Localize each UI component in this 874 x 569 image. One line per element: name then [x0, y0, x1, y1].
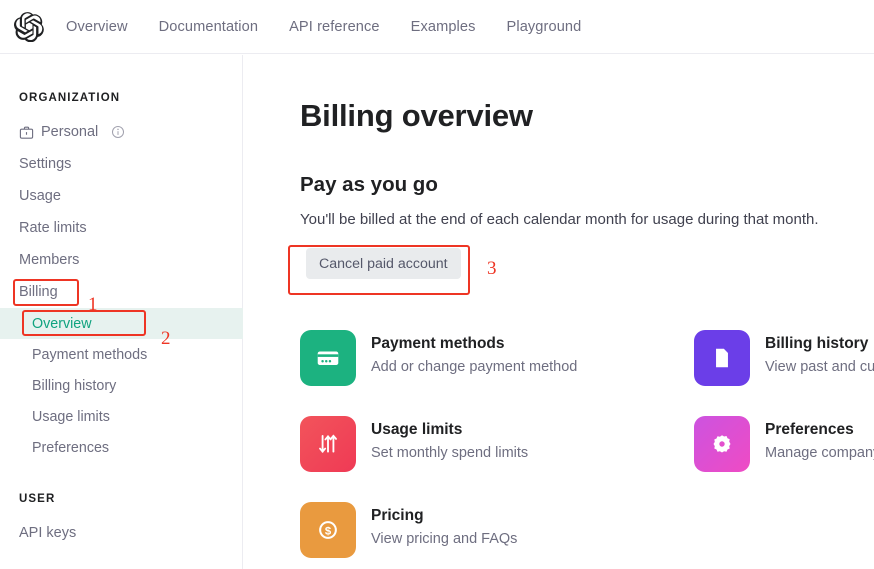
card-desc-usage-limits: Set monthly spend limits: [371, 445, 528, 461]
card-payment-methods[interactable]: Payment methods Add or change payment me…: [300, 330, 694, 416]
sidebar-item-label-members: Members: [19, 252, 79, 268]
card-title-pricing: Pricing: [371, 507, 517, 525]
briefcase-icon: [19, 125, 34, 140]
document-icon: [694, 330, 750, 386]
sidebar-item-members[interactable]: Members: [0, 244, 242, 276]
sidebar-subitem-label-preferences: Preferences: [32, 440, 109, 456]
sidebar-item-label-api-keys: API keys: [19, 525, 76, 541]
sidebar-item-label-rate-limits: Rate limits: [19, 220, 87, 236]
sidebar-subitem-billing-history[interactable]: Billing history: [0, 370, 242, 401]
sidebar-subitem-label-usage-limits: Usage limits: [32, 409, 110, 425]
sidebar-subitem-overview[interactable]: Overview: [0, 308, 243, 339]
nav-link-api-reference[interactable]: API reference: [289, 19, 380, 35]
sidebar-subitem-label-billing-history: Billing history: [32, 378, 116, 394]
nav-links: Overview Documentation API reference Exa…: [66, 19, 581, 35]
sliders-icon: [300, 416, 356, 472]
sidebar-item-personal[interactable]: Personal: [0, 116, 242, 148]
card-pricing[interactable]: $ Pricing View pricing and FAQs: [300, 502, 694, 569]
top-navigation-bar: Overview Documentation API reference Exa…: [0, 0, 874, 54]
dollar-coin-icon: $: [300, 502, 356, 558]
card-desc-preferences: Manage company details: [765, 445, 874, 461]
card-title-preferences: Preferences: [765, 421, 874, 439]
card-desc-billing-history: View past and current invoices: [765, 359, 874, 375]
openai-logo-icon[interactable]: [14, 12, 44, 42]
card-billing-history[interactable]: Billing history View past and current in…: [694, 330, 874, 416]
card-desc-payment-methods: Add or change payment method: [371, 359, 577, 375]
cancel-paid-account-button[interactable]: Cancel paid account: [306, 248, 461, 279]
sidebar-subitem-payment-methods[interactable]: Payment methods: [0, 339, 242, 370]
sidebar-subitem-label-payment-methods: Payment methods: [32, 347, 147, 363]
sidebar-item-rate-limits[interactable]: Rate limits: [0, 212, 242, 244]
main-content: Billing overview Pay as you go You'll be…: [244, 55, 874, 569]
sidebar-item-billing[interactable]: Billing: [0, 276, 242, 308]
section-title-pay-as-you-go: Pay as you go: [300, 173, 874, 197]
sidebar-section-user: USER: [0, 493, 242, 505]
card-usage-limits[interactable]: Usage limits Set monthly spend limits: [300, 416, 694, 502]
credit-card-icon: [300, 330, 356, 386]
sidebar-item-label-billing: Billing: [19, 284, 58, 300]
card-title-usage-limits: Usage limits: [371, 421, 528, 439]
section-description: You'll be billed at the end of each cale…: [300, 211, 874, 228]
card-preferences[interactable]: Preferences Manage company details: [694, 416, 874, 502]
sidebar-subitem-usage-limits[interactable]: Usage limits: [0, 401, 242, 432]
sidebar-subitem-label-overview: Overview: [32, 316, 92, 332]
nav-link-overview[interactable]: Overview: [66, 19, 128, 35]
sidebar-section-organization: ORGANIZATION: [0, 92, 242, 104]
page-title: Billing overview: [300, 98, 874, 134]
sidebar-item-label-settings: Settings: [19, 156, 71, 172]
nav-link-documentation[interactable]: Documentation: [159, 19, 258, 35]
gear-icon: [694, 416, 750, 472]
sidebar: ORGANIZATION Personal Settings Usage Rat…: [0, 55, 243, 569]
info-circle-icon[interactable]: [111, 125, 125, 139]
billing-cards-grid: Payment methods Add or change payment me…: [300, 330, 874, 569]
sidebar-item-label-personal: Personal: [41, 124, 98, 140]
nav-link-playground[interactable]: Playground: [507, 19, 582, 35]
card-title-billing-history: Billing history: [765, 335, 874, 353]
sidebar-item-label-usage: Usage: [19, 188, 61, 204]
nav-link-examples[interactable]: Examples: [411, 19, 476, 35]
card-title-payment-methods: Payment methods: [371, 335, 577, 353]
sidebar-item-usage[interactable]: Usage: [0, 180, 242, 212]
card-desc-pricing: View pricing and FAQs: [371, 531, 517, 547]
sidebar-item-api-keys[interactable]: API keys: [0, 517, 242, 549]
svg-text:$: $: [325, 526, 332, 538]
sidebar-item-settings[interactable]: Settings: [0, 148, 242, 180]
sidebar-spacer: [0, 463, 242, 493]
sidebar-subitem-preferences[interactable]: Preferences: [0, 432, 242, 463]
